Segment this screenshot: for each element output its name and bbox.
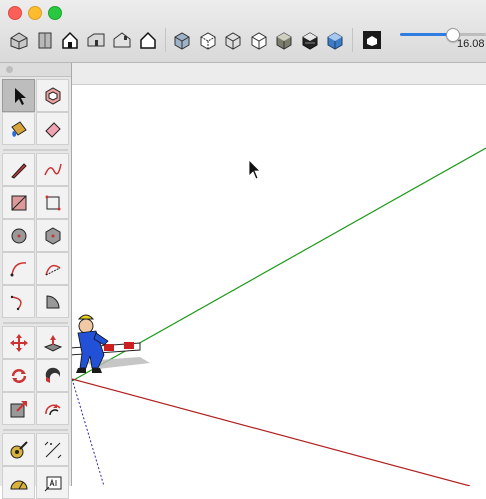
zoom-window-button[interactable]	[48, 6, 62, 20]
dimension-icon	[44, 441, 62, 459]
back-view-icon[interactable]	[112, 30, 132, 50]
canvas-top-strip	[70, 63, 486, 85]
monochrome-style-icon[interactable]	[325, 30, 345, 50]
tool-palette	[0, 63, 72, 499]
palette-separator	[3, 429, 68, 431]
scene-view[interactable]	[0, 63, 486, 486]
scale-tool-button[interactable]	[2, 392, 35, 425]
polygon-icon	[45, 227, 61, 245]
scale-figure-person	[69, 314, 150, 373]
drawing-canvas[interactable]	[0, 63, 486, 486]
field-of-view-slider-fill	[400, 33, 452, 36]
three-point-arc-icon	[10, 295, 22, 311]
shaded-textures-style-icon[interactable]	[300, 30, 320, 50]
line-tool-button[interactable]	[2, 153, 35, 186]
select-arrow-icon	[15, 88, 26, 105]
palette-separator	[3, 322, 68, 324]
make-component-icon	[45, 87, 61, 105]
pie-icon	[46, 295, 60, 309]
text-icon	[44, 476, 62, 492]
follow-me-icon	[45, 367, 60, 383]
blue-axis	[71, 378, 105, 486]
pie-tool-button[interactable]	[36, 285, 69, 318]
push-pull-icon	[43, 335, 63, 352]
text-tool-button[interactable]	[36, 466, 69, 499]
move-icon	[10, 334, 28, 352]
field-of-view-value: 16.08	[457, 38, 485, 50]
rotate-icon	[11, 369, 27, 383]
push-pull-tool-button[interactable]	[36, 326, 69, 359]
line-pencil-icon	[11, 163, 27, 179]
protractor-tool-button[interactable]	[2, 466, 35, 499]
freehand-icon	[44, 163, 62, 176]
three-point-arc-tool-button[interactable]	[2, 285, 35, 318]
eraser-icon	[45, 122, 61, 138]
tape-measure-icon	[10, 441, 28, 459]
paint-bucket-tool-button[interactable]	[2, 112, 35, 145]
styles-window-icon[interactable]	[362, 30, 382, 50]
window-toolbar: 16.08	[0, 0, 486, 63]
rotated-rectangle-tool-button[interactable]	[36, 186, 69, 219]
move-tool-button[interactable]	[2, 326, 35, 359]
iso-view-icon[interactable]	[9, 30, 29, 50]
arc-icon	[10, 262, 27, 277]
rotated-rectangle-icon	[45, 195, 61, 211]
circle-icon	[11, 228, 27, 244]
left-view-icon[interactable]	[138, 30, 158, 50]
tool-palette-header	[0, 63, 71, 77]
top-view-icon[interactable]	[35, 30, 55, 50]
wireframe-style-icon[interactable]	[223, 30, 243, 50]
polygon-tool-button[interactable]	[36, 219, 69, 252]
select-tool-button[interactable]	[2, 79, 35, 112]
freehand-tool-button[interactable]	[36, 153, 69, 186]
two-point-arc-tool-button[interactable]	[36, 252, 69, 285]
field-of-view-slider[interactable]	[400, 28, 486, 42]
red-axis	[71, 378, 471, 486]
two-point-arc-icon	[45, 264, 61, 276]
make-component-tool-button[interactable]	[36, 79, 69, 112]
eraser-tool-button[interactable]	[36, 112, 69, 145]
scale-icon	[10, 401, 27, 418]
front-view-icon[interactable]	[60, 30, 80, 50]
minimize-window-button[interactable]	[28, 6, 42, 20]
rectangle-icon	[11, 195, 27, 211]
offset-tool-button[interactable]	[36, 392, 69, 425]
dimension-tool-button[interactable]	[36, 433, 69, 466]
protractor-icon	[10, 480, 28, 490]
back-edges-style-icon[interactable]	[198, 30, 218, 50]
close-window-button[interactable]	[8, 6, 22, 20]
follow-me-tool-button[interactable]	[36, 359, 69, 392]
hidden-line-style-icon[interactable]	[249, 30, 269, 50]
shaded-style-icon[interactable]	[274, 30, 294, 50]
palette-separator	[3, 149, 68, 151]
rotate-tool-button[interactable]	[2, 359, 35, 392]
toolbar-separator	[352, 28, 353, 52]
mouse-cursor-icon	[248, 159, 261, 180]
right-view-icon[interactable]	[86, 30, 106, 50]
circle-tool-button[interactable]	[2, 219, 35, 252]
xray-style-icon[interactable]	[172, 30, 192, 50]
tool-palette-close-button[interactable]	[6, 66, 13, 73]
offset-icon	[45, 404, 61, 416]
toolbar-separator	[165, 28, 166, 52]
paint-bucket-icon	[11, 121, 27, 137]
arc-tool-button[interactable]	[2, 252, 35, 285]
tape-measure-tool-button[interactable]	[2, 433, 35, 466]
rectangle-tool-button[interactable]	[2, 186, 35, 219]
